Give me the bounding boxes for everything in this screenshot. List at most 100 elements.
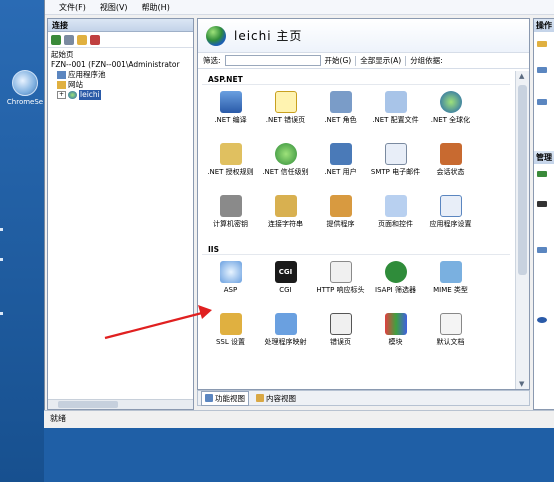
start-button[interactable]: 开始(G) <box>325 55 352 66</box>
save-icon[interactable] <box>64 34 74 45</box>
chrome-desktop-shortcut[interactable]: ChromeSe <box>6 70 44 106</box>
chrome-icon <box>12 70 38 96</box>
feature-item[interactable]: ASP <box>203 255 258 307</box>
feature-item[interactable]: .NET 用户 <box>313 137 368 189</box>
feature-label: .NET 授权规则 <box>207 168 254 176</box>
feature-item[interactable]: .NET 角色 <box>313 85 368 137</box>
feature-label: SMTP 电子邮件 <box>370 168 421 176</box>
net-roles-icon <box>329 91 352 113</box>
features-list: ASP.NET .NET 编译 .NET 错误页 .NET 角色 .NET 配置文件 .N… <box>198 71 516 389</box>
menu-view[interactable]: 视图(V) <box>100 2 128 13</box>
feature-label: 计算机密钥 <box>213 220 248 228</box>
scrollbar-thumb[interactable] <box>518 85 527 275</box>
feature-item[interactable]: MIME 类型 <box>423 255 478 307</box>
tab-label: 功能视图 <box>215 393 245 403</box>
feature-item[interactable]: HTTP 响应标头 <box>313 255 368 307</box>
disconnect-icon[interactable] <box>90 34 100 45</box>
handler-mappings-icon <box>274 313 297 335</box>
smtp-email-icon <box>384 143 407 165</box>
horizontal-scrollbar[interactable] <box>48 399 193 409</box>
net-globalization-icon <box>439 91 462 113</box>
page-title: leichi 主页 <box>234 29 303 43</box>
tab-features-view[interactable]: 功能视图 <box>201 390 249 406</box>
feature-item[interactable]: 错误页 <box>313 307 368 359</box>
tree-sites[interactable]: 网站 <box>51 80 190 90</box>
feature-item[interactable]: SMTP 电子邮件 <box>368 137 423 189</box>
machine-key-icon <box>219 195 242 217</box>
feature-item[interactable]: 会话状态 <box>423 137 478 189</box>
feature-item[interactable]: 模块 <box>368 307 423 359</box>
tree-label: 应用程序池 <box>68 70 106 79</box>
stop-site-icon[interactable] <box>537 201 547 207</box>
feature-item[interactable]: 应用程序设置 <box>423 189 478 241</box>
group-by-label[interactable]: 分组依据: <box>410 55 443 66</box>
browse-icon[interactable] <box>537 247 547 253</box>
connections-header: 连接 <box>48 19 193 32</box>
feature-label: 页面和控件 <box>378 220 413 228</box>
menu-file[interactable]: 文件(F) <box>59 2 86 13</box>
feature-label: .NET 信任级别 <box>262 168 309 176</box>
tree-server[interactable]: FZN--001 (FZN--001\Administrator <box>51 60 190 70</box>
connection-strings-icon <box>274 195 297 217</box>
feature-item[interactable]: .NET 全球化 <box>423 85 478 137</box>
start-site-icon[interactable] <box>537 171 547 177</box>
tree-start-page[interactable]: 起始页 <box>51 50 190 60</box>
action-icon[interactable] <box>537 99 547 105</box>
scroll-up-icon[interactable]: ▲ <box>519 72 524 80</box>
feature-item[interactable]: 默认文档 <box>423 307 478 359</box>
feature-item[interactable]: .NET 错误页 <box>258 85 313 137</box>
feature-item[interactable]: 处理程序映射 <box>258 307 313 359</box>
help-icon[interactable] <box>537 317 547 323</box>
scroll-down-icon[interactable]: ▼ <box>519 380 524 388</box>
net-authorization-icon <box>219 143 242 165</box>
view-switcher: 功能视图 内容视图 <box>197 390 530 406</box>
feature-item[interactable]: 计算机密钥 <box>203 189 258 241</box>
net-trust-levels-icon <box>274 143 297 165</box>
expand-icon[interactable]: + <box>57 91 66 99</box>
vertical-scrollbar[interactable]: ▲ ▼ <box>515 71 529 389</box>
feature-label: .NET 配置文件 <box>372 116 419 124</box>
feature-item[interactable]: 提供程序 <box>313 189 368 241</box>
menu-help[interactable]: 帮助(H) <box>142 2 170 13</box>
cgi-icon: CGI <box>274 261 297 283</box>
feature-item[interactable]: 连接字符串 <box>258 189 313 241</box>
feature-item[interactable]: 页面和控件 <box>368 189 423 241</box>
tree-app-pools[interactable]: 应用程序池 <box>51 70 190 80</box>
feature-grid: ASP CGI CGI HTTP 响应标头 ISAPI 筛选器 MIME 类型 SSL 设置… <box>198 255 516 359</box>
features-view-icon <box>205 394 213 402</box>
modules-icon <box>384 313 407 335</box>
feature-item[interactable]: .NET 编译 <box>203 85 258 137</box>
feature-label: .NET 错误页 <box>265 116 306 124</box>
status-bar: 就绪 <box>44 410 554 428</box>
show-all-button[interactable]: 全部显示(A) <box>360 55 401 66</box>
connections-pane: 连接 起始页 FZN--001 (FZN--001\Administrator … <box>47 18 194 410</box>
tab-content-view[interactable]: 内容视图 <box>253 392 299 405</box>
features-pane: leichi 主页 筛选: 开始(G) 全部显示(A) 分组依据: ASP .NE… <box>197 18 530 390</box>
feature-label: 模块 <box>388 338 403 346</box>
feature-label: 错误页 <box>330 338 351 346</box>
providers-icon <box>329 195 352 217</box>
feature-item[interactable]: SSL 设置 <box>203 307 258 359</box>
feature-label: 处理程序映射 <box>264 338 307 346</box>
connect-icon[interactable] <box>51 34 61 45</box>
tree-label: 起始页 <box>51 50 74 59</box>
feature-label: ASP <box>223 286 238 294</box>
filter-label: 筛选: <box>203 56 221 65</box>
tab-label: 内容视图 <box>266 393 296 403</box>
feature-item[interactable]: .NET 信任级别 <box>258 137 313 189</box>
feature-item[interactable]: .NET 配置文件 <box>368 85 423 137</box>
tree-site-leichi[interactable]: + leichi <box>51 90 190 100</box>
feature-item[interactable]: CGI CGI <box>258 255 313 307</box>
folder-icon[interactable] <box>77 34 87 45</box>
isapi-filters-icon <box>384 261 407 283</box>
feature-label: 默认文档 <box>436 338 465 346</box>
feature-label: 会话状态 <box>436 168 465 176</box>
feature-label: 提供程序 <box>326 220 355 228</box>
action-icon[interactable] <box>537 67 547 73</box>
filter-input[interactable] <box>224 55 321 66</box>
scrollbar-thumb[interactable] <box>58 401 118 408</box>
feature-item[interactable]: .NET 授权规则 <box>203 137 258 189</box>
feature-item[interactable]: ISAPI 筛选器 <box>368 255 423 307</box>
action-icon[interactable] <box>537 41 547 47</box>
divider <box>405 55 407 66</box>
